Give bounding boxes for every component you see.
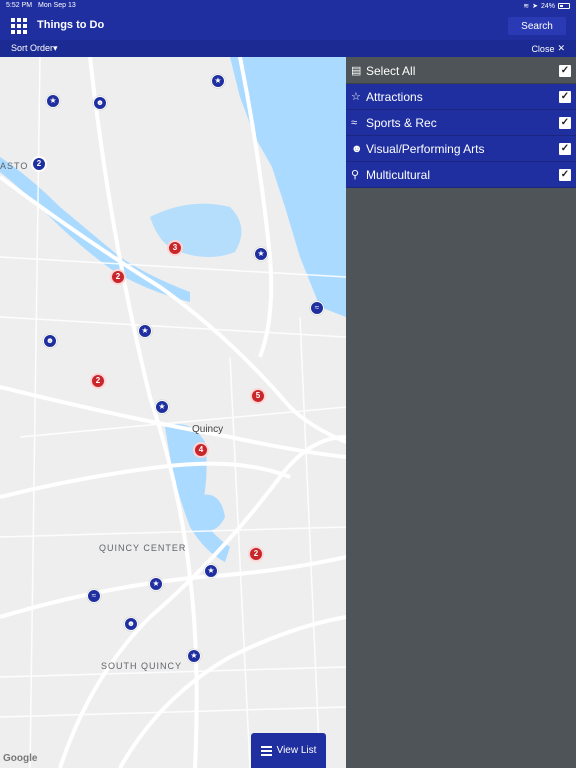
- map-cluster-pin[interactable]: 3: [167, 240, 183, 256]
- status-indicators: ≋ ➤ 24%: [523, 2, 570, 10]
- location-arrow-icon: ➤: [532, 3, 538, 10]
- map-cluster-pin[interactable]: 4: [193, 442, 209, 458]
- theater-masks-icon[interactable]: ☻: [93, 96, 107, 110]
- map-label-asto: ASTO: [0, 161, 29, 171]
- category-label: Attractions: [366, 89, 423, 104]
- attraction-star-icon[interactable]: ★: [155, 400, 169, 414]
- search-button[interactable]: Search: [508, 17, 566, 35]
- google-logo: Google: [3, 753, 38, 764]
- map-cluster-pin[interactable]: 2: [248, 546, 264, 562]
- category-checkbox[interactable]: ✓: [559, 90, 571, 103]
- category-visual-performing-arts[interactable]: ☻ Visual/Performing Arts ✓: [346, 136, 576, 162]
- close-label: Close: [531, 43, 555, 54]
- category-label: Visual/Performing Arts: [366, 141, 485, 156]
- category-multicultural[interactable]: ⚲ Multicultural ✓: [346, 162, 576, 188]
- theater-masks-icon[interactable]: ☻: [43, 334, 57, 348]
- category-checkbox[interactable]: ✓: [559, 168, 571, 181]
- attraction-star-icon[interactable]: ★: [187, 649, 201, 663]
- battery-percent: 24%: [540, 2, 555, 10]
- theater-masks-icon: ☻: [351, 142, 363, 155]
- select-all-label: Select All: [366, 63, 416, 78]
- category-checkbox[interactable]: ✓: [559, 116, 571, 129]
- view-list-button[interactable]: View List: [251, 733, 326, 768]
- attraction-star-icon[interactable]: ★: [254, 247, 268, 261]
- list-icon: [260, 745, 272, 756]
- map-cluster-pin[interactable]: 2: [31, 156, 47, 172]
- star-outline-icon: ☆: [351, 91, 361, 103]
- sort-order-dropdown[interactable]: Sort Order▾: [11, 43, 58, 54]
- close-panel-button[interactable]: Close ✕: [531, 43, 565, 54]
- status-time: 5:52 PM: [6, 2, 33, 9]
- map-cluster-pin[interactable]: 5: [250, 388, 266, 404]
- attraction-star-icon[interactable]: ★: [204, 564, 218, 578]
- apps-grid-icon[interactable]: [11, 18, 27, 34]
- map-cluster-pin[interactable]: 2: [110, 269, 126, 285]
- attraction-star-icon[interactable]: ★: [211, 74, 225, 88]
- map-label-quincy: Quincy: [192, 424, 224, 435]
- category-label: Multicultural: [366, 167, 431, 182]
- attraction-star-icon[interactable]: ★: [149, 577, 163, 591]
- sort-bar: Sort Order▾ Close ✕: [0, 40, 576, 57]
- sneaker-icon: ≈: [351, 116, 358, 129]
- map-view[interactable]: Quincy QUINCY CENTER SOUTH QUINCY ASTO ★…: [0, 57, 346, 768]
- app-header: Things to Do Search: [0, 12, 576, 40]
- page-title: Things to Do: [37, 19, 105, 31]
- map-label-quincy-center: QUINCY CENTER: [99, 543, 187, 553]
- view-list-label: View List: [276, 745, 317, 756]
- category-sports-rec[interactable]: ≈ Sports & Rec ✓: [346, 110, 576, 136]
- map-cluster-pin[interactable]: 2: [90, 373, 106, 389]
- map-label-south-quincy: SOUTH QUINCY: [101, 661, 183, 671]
- status-date: Mon Sep 13: [38, 2, 76, 9]
- category-attractions[interactable]: ☆ Attractions ✓: [346, 84, 576, 110]
- wifi-icon: ≋: [523, 3, 530, 10]
- close-icon: ✕: [557, 43, 565, 53]
- category-checkbox[interactable]: ✓: [559, 142, 571, 155]
- attraction-star-icon[interactable]: ★: [138, 324, 152, 338]
- theater-masks-icon[interactable]: ☻: [124, 617, 138, 631]
- select-all-checkbox[interactable]: ✓: [559, 64, 571, 77]
- sneaker-icon[interactable]: ≈: [310, 301, 324, 315]
- battery-icon: [558, 3, 570, 9]
- list-document-icon: ▤: [351, 65, 362, 77]
- attraction-star-icon[interactable]: ★: [46, 94, 60, 108]
- select-all-row[interactable]: ▤ Select All ✓: [346, 58, 576, 84]
- status-bar: 5:52 PM Mon Sep 13 ≋ ➤ 24%: [0, 0, 576, 12]
- sneaker-icon[interactable]: ≈: [87, 589, 101, 603]
- filter-panel: ▤ Select All ✓ ☆ Attractions ✓ ≈ Sports …: [346, 57, 576, 768]
- category-label: Sports & Rec: [366, 115, 437, 130]
- map-pin-icon: ⚲: [351, 169, 360, 181]
